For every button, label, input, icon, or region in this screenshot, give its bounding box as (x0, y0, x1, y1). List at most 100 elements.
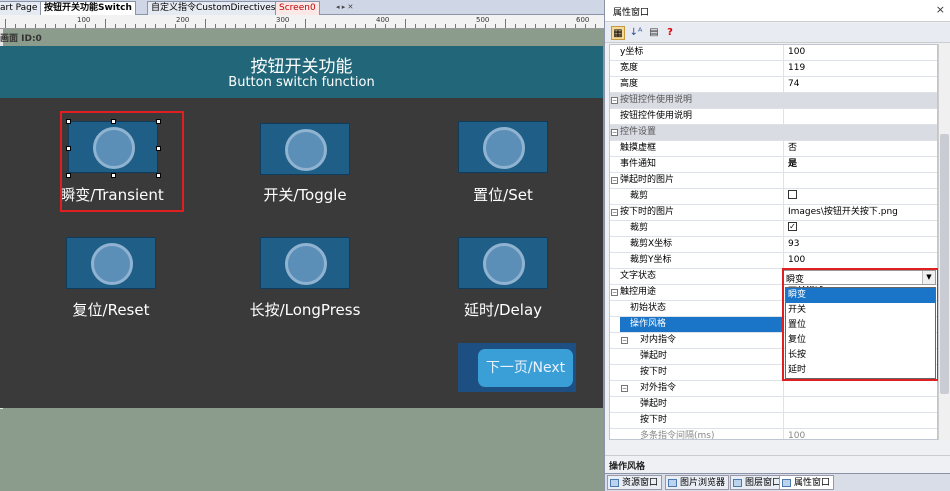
property-value[interactable] (788, 381, 937, 396)
property-value[interactable] (788, 173, 937, 188)
longpress-button[interactable] (260, 237, 350, 289)
property-row[interactable]: 宽度 119 (610, 61, 937, 77)
ruler-tick (345, 24, 346, 28)
categorized-icon[interactable]: ▦ (611, 26, 625, 40)
resize-handle[interactable] (156, 146, 161, 151)
help-icon[interactable]: ? (663, 26, 677, 40)
bottom-tab[interactable]: 属性窗口 (779, 475, 835, 490)
bottom-tab-label: 图片浏览器 (680, 478, 726, 488)
resize-handle[interactable] (66, 119, 71, 124)
bottom-tab[interactable]: 图层窗口 (730, 475, 786, 490)
next-page-label: 下一页/Next (478, 349, 573, 387)
ruler-tick (305, 19, 306, 28)
property-row[interactable]: y坐标 100 (610, 45, 937, 61)
property-value[interactable] (788, 109, 937, 124)
collapse-icon[interactable]: − (611, 97, 618, 104)
property-category-row[interactable]: − 控件设置 (610, 125, 937, 141)
crop-checkbox[interactable]: ✓ (788, 222, 797, 231)
property-row[interactable]: − 弹起时的图片 (610, 173, 937, 189)
property-row[interactable]: − 对外指令 (610, 381, 937, 397)
property-value[interactable]: 74 (788, 77, 937, 92)
resize-handle[interactable] (156, 173, 161, 178)
property-row[interactable]: 裁剪 ✓ (610, 221, 937, 237)
property-toolbar: ▦ ↓ᴬ ▤ ? (605, 23, 950, 43)
delay-label: 延时/Delay (463, 301, 543, 319)
close-icon[interactable]: × (936, 3, 945, 16)
property-row[interactable]: 触摸虚框否 (610, 141, 937, 157)
property-value[interactable]: 93 (788, 237, 937, 252)
tab-screen0[interactable]: Screen0 (275, 1, 320, 15)
property-value[interactable] (788, 93, 937, 108)
property-row[interactable]: 多条指令间隔(ms) 100 (610, 429, 937, 439)
next-page-button[interactable]: 下一页/Next (458, 343, 576, 392)
ruler-tick (395, 24, 396, 28)
property-grid-scrollbar[interactable] (938, 44, 950, 440)
property-row[interactable]: 高度 74 (610, 77, 937, 93)
property-value[interactable]: 否 (788, 141, 937, 156)
ruler-mark: 500 (476, 16, 490, 24)
reset-button[interactable] (66, 237, 156, 289)
resize-handle[interactable] (66, 146, 71, 151)
resize-handle[interactable] (111, 173, 116, 178)
bottom-tab[interactable]: 资源窗口 (607, 475, 663, 490)
delay-button[interactable] (458, 237, 548, 289)
resize-handle[interactable] (111, 119, 116, 124)
toggle-button[interactable] (260, 123, 350, 175)
property-row[interactable]: 按下时 (610, 413, 937, 429)
collapse-icon[interactable]: − (611, 129, 618, 136)
property-value[interactable] (788, 189, 937, 204)
button-circle-icon (91, 243, 133, 285)
collapse-icon[interactable]: − (611, 177, 618, 184)
sort-az-icon[interactable]: ↓ᴬ (629, 26, 643, 40)
ruler-tick (475, 24, 476, 28)
page-subtitle: Button switch function (228, 75, 375, 90)
property-value[interactable] (788, 397, 937, 412)
ruler-tick (435, 24, 436, 28)
set-button[interactable] (458, 121, 548, 173)
button-circle-icon (285, 129, 327, 171)
property-value[interactable]: 119 (788, 61, 937, 76)
ruler-tick (555, 24, 556, 28)
property-value[interactable]: Images\按钮开关按下.png (788, 205, 937, 220)
window-icon (610, 479, 619, 487)
property-category-row[interactable]: − 按钮控件使用说明 (610, 93, 937, 109)
property-value[interactable]: 100 (788, 429, 937, 439)
property-value[interactable]: 是 (788, 157, 937, 172)
set-label: 置位/Set (473, 186, 533, 204)
scrollbar-thumb[interactable] (940, 134, 949, 394)
tab-scroll-arrows[interactable]: ◂ ▸ ✕ (336, 3, 360, 13)
tab-start-page[interactable]: art Page (0, 1, 42, 15)
ruler-tick (295, 24, 296, 28)
property-value[interactable]: ✓ (788, 221, 937, 236)
property-name: 宽度 (620, 61, 784, 76)
property-pages-icon[interactable]: ▤ (647, 26, 661, 40)
property-value[interactable]: 100 (788, 253, 937, 268)
property-value[interactable]: 100 (788, 45, 937, 60)
property-name: 初始状态 (620, 301, 784, 316)
property-row[interactable]: 弹起时 (610, 397, 937, 413)
property-row[interactable]: − 按下时的图片 Images\按钮开关按下.png (610, 205, 937, 221)
property-row[interactable]: 裁剪Y坐标 100 (610, 253, 937, 269)
property-value[interactable] (788, 413, 937, 428)
crop-checkbox[interactable] (788, 190, 797, 199)
collapse-icon[interactable]: − (611, 289, 618, 296)
property-row[interactable]: 裁剪X坐标 93 (610, 237, 937, 253)
ruler-tick (445, 24, 446, 28)
property-row[interactable]: 按钮控件使用说明 (610, 109, 937, 125)
resize-handle[interactable] (156, 119, 161, 124)
property-row[interactable]: 事件通知是 (610, 157, 937, 173)
ruler-tick (105, 19, 106, 28)
property-value[interactable] (788, 125, 937, 140)
tab-custom-directives[interactable]: 自定义指令CustomDirectives (147, 1, 280, 15)
ruler-tick (265, 24, 266, 28)
button-circle-icon (483, 127, 525, 169)
property-name: 弹起时的图片 (620, 173, 784, 188)
collapse-icon[interactable]: − (611, 209, 618, 216)
resize-handle[interactable] (66, 173, 71, 178)
property-row[interactable]: 裁剪 (610, 189, 937, 205)
bottom-tab-label: 属性窗口 (794, 478, 831, 488)
tab-switch-page[interactable]: 按钮开关功能Switch (40, 1, 136, 15)
bottom-tab[interactable]: 图片浏览器 (665, 475, 730, 490)
property-name: 操作风格 (620, 317, 784, 332)
design-canvas[interactable]: 按钮开关功能 Button switch function 瞬变/Transie… (0, 46, 603, 408)
